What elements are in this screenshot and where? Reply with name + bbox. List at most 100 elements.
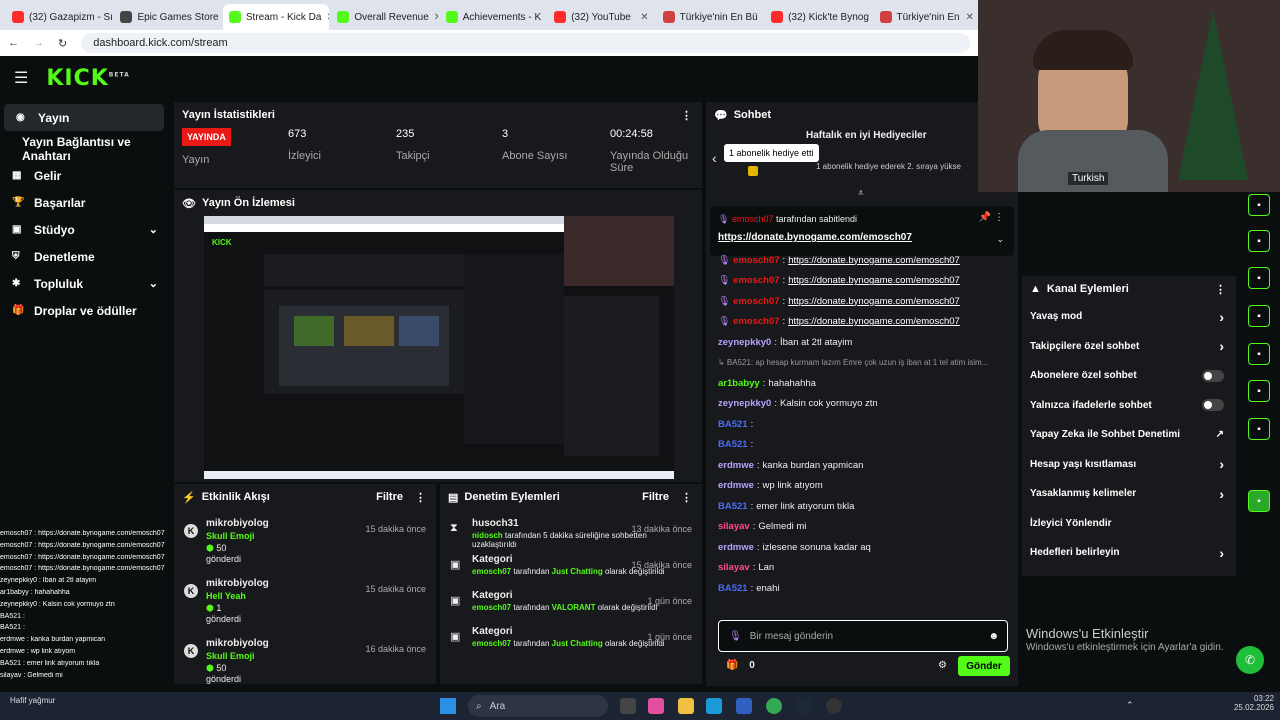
chat-link[interactable]: https://donate.bynogame.com/emosch07: [788, 296, 960, 307]
chat-username[interactable]: silayav: [718, 562, 750, 573]
sidebar-item[interactable]: ✱ Topluluk ⌄: [0, 270, 172, 297]
sidebar-item[interactable]: 🏆 Başarılar: [0, 189, 172, 216]
store-icon[interactable]: [736, 698, 752, 714]
more-icon[interactable]: ⋮: [681, 491, 692, 504]
emoji-icon[interactable]: ☻: [988, 631, 999, 642]
sidebar-item[interactable]: ▦ Gelir: [0, 162, 172, 189]
chat-username[interactable]: BA521: [718, 439, 748, 450]
more-icon[interactable]: ⋮: [1215, 283, 1226, 296]
phone-icon[interactable]: ✆: [1236, 646, 1264, 674]
chevron-left-icon[interactable]: ‹: [712, 150, 717, 166]
tray-chevron-icon[interactable]: ⌃: [1126, 700, 1134, 711]
chat-icon[interactable]: ▪: [1248, 305, 1270, 327]
channel-action-item[interactable]: Hedefleri belirleyin ›: [1022, 538, 1236, 568]
chat-username[interactable]: zeynepkky0: [718, 337, 771, 348]
close-icon[interactable]: ✕: [326, 12, 329, 23]
chat-link[interactable]: https://donate.bynogame.com/emosch07: [788, 255, 960, 266]
channel-action-item[interactable]: Yavaş mod ›: [1022, 302, 1236, 332]
weather-widget[interactable]: Hafif yağmur: [10, 696, 55, 705]
channel-action-item[interactable]: Hesap yaşı kısıtlaması ›: [1022, 450, 1236, 480]
chat-username[interactable]: BA521: [718, 501, 748, 512]
toggle-switch[interactable]: [1202, 399, 1224, 412]
taskbar-search[interactable]: ⌕ Ara: [468, 695, 608, 717]
layout-icon[interactable]: ▪: [1248, 380, 1270, 402]
channel-action-item[interactable]: İzleyici Yönlendir: [1022, 509, 1236, 539]
chat-link[interactable]: https://donate.bynogame.com/emosch07: [788, 275, 960, 286]
channel-action-item[interactable]: Yapay Zeka ile Sohbet Denetimi ↗: [1022, 420, 1236, 450]
activity-filter-button[interactable]: Filtre: [376, 491, 403, 503]
sidebar-item[interactable]: ⛨ Denetleme: [0, 243, 172, 270]
sidebar-item[interactable]: ▣ Stüdyo ⌄: [0, 216, 172, 243]
kick-logo[interactable]: KICKBETA: [46, 66, 129, 91]
moderator-name[interactable]: emosch07: [472, 603, 511, 612]
folder-icon[interactable]: [678, 698, 694, 714]
more-icon[interactable]: ⋮: [415, 491, 426, 504]
settings-icon[interactable]: ⚙: [938, 660, 947, 671]
moderator-name[interactable]: emosch07: [472, 567, 511, 576]
chat-link[interactable]: https://donate.bynogame.com/emosch07: [788, 316, 960, 327]
chat-input[interactable]: 🎙 Bir mesaj gönderin ☻: [718, 620, 1008, 652]
browser-tab[interactable]: (32) Kick'te Bynog✕: [765, 4, 871, 30]
task-view-icon[interactable]: [620, 698, 636, 714]
clock[interactable]: 03:22 25.02.2026: [1230, 694, 1274, 712]
chat-username[interactable]: emosch07: [733, 255, 779, 266]
chat-username[interactable]: BA521: [718, 583, 748, 594]
chevron-down-icon[interactable]: ⌄: [996, 234, 1004, 245]
stream-preview[interactable]: KICK: [204, 216, 674, 479]
obs-icon[interactable]: [826, 698, 842, 714]
sidebar-item[interactable]: 🎁 Droplar ve ödüller: [0, 297, 172, 324]
browser-tab[interactable]: Türkiye'nin En Bü✕: [657, 4, 763, 30]
forward-icon[interactable]: →: [33, 37, 44, 49]
channel-action-item[interactable]: Yalnızca ifadelerle sohbet: [1022, 391, 1236, 421]
browser-tab[interactable]: Achievements - K✕: [440, 4, 546, 30]
broadcast-icon[interactable]: ▪: [1248, 343, 1270, 365]
pinned-link[interactable]: https://donate.bynogame.com/emosch07: [718, 232, 912, 243]
sidebar-item[interactable]: ◉ Yayın: [4, 104, 164, 131]
moderator-name[interactable]: nidosch: [472, 531, 503, 540]
close-icon[interactable]: ✕: [434, 12, 438, 23]
more-icon[interactable]: ⋮: [681, 109, 692, 122]
browser-tab[interactable]: Stream - Kick Da ✕: [222, 4, 330, 30]
chrome-icon[interactable]: [766, 698, 782, 714]
chat-username[interactable]: ar1babyy: [718, 378, 760, 389]
moderation-filter-button[interactable]: Filtre: [642, 491, 669, 503]
toggle-switch[interactable]: [1202, 369, 1224, 382]
reload-icon[interactable]: ↻: [58, 37, 67, 50]
close-icon[interactable]: ✕: [966, 12, 974, 23]
wrench-icon[interactable]: ▪: [1248, 418, 1270, 440]
chat-username[interactable]: emosch07: [733, 296, 779, 307]
chat-username[interactable]: emosch07: [733, 275, 779, 286]
steam-icon[interactable]: [796, 698, 812, 714]
copilot-icon[interactable]: [648, 698, 664, 714]
chat-username[interactable]: erdmwe: [718, 460, 754, 471]
document-icon[interactable]: ▪: [1248, 267, 1270, 289]
back-icon[interactable]: ←: [8, 37, 19, 49]
chat-username[interactable]: emosch07: [733, 316, 779, 327]
bolt-icon[interactable]: ▪: [1248, 230, 1270, 252]
browser-tab[interactable]: Epic Games Store✕: [114, 4, 220, 30]
chat-username[interactable]: silayav: [718, 521, 750, 532]
camera-icon[interactable]: ▪: [1248, 194, 1270, 216]
sidebar-item[interactable]: Yayın Bağlantısı ve Anahtarı: [0, 135, 172, 163]
url-field[interactable]: dashboard.kick.com/stream: [81, 33, 970, 53]
channel-action-item[interactable]: Abonelere özel sohbet: [1022, 361, 1236, 391]
send-button[interactable]: Gönder: [958, 656, 1010, 676]
windows-start-icon[interactable]: [440, 698, 456, 714]
edge-icon[interactable]: [706, 698, 722, 714]
browser-tab[interactable]: Overall Revenue ✕: [331, 4, 438, 30]
menu-icon[interactable]: ☰: [14, 68, 28, 88]
pin-action-icon[interactable]: 📌 ⋮: [979, 212, 1004, 223]
browser-tab[interactable]: Türkiye'nin En ✕: [874, 4, 980, 30]
close-icon[interactable]: ✕: [640, 12, 648, 23]
browser-tab[interactable]: (32) Gazapizm - Sı✕: [6, 4, 112, 30]
chat-username[interactable]: erdmwe: [718, 542, 754, 553]
leaderboard-icon[interactable]: ▪: [1248, 490, 1270, 512]
chat-username[interactable]: erdmwe: [718, 480, 754, 491]
collapse-icon[interactable]: ⩡: [858, 188, 864, 199]
channel-action-item[interactable]: Takipçilere özel sohbet ›: [1022, 332, 1236, 362]
chat-username[interactable]: BA521: [718, 419, 748, 430]
browser-tab[interactable]: (32) YouTube ✕: [548, 4, 654, 30]
chat-username[interactable]: zeynepkky0: [718, 398, 771, 409]
moderator-name[interactable]: emosch07: [472, 639, 511, 648]
channel-action-item[interactable]: Yasaklanmış kelimeler ›: [1022, 479, 1236, 509]
